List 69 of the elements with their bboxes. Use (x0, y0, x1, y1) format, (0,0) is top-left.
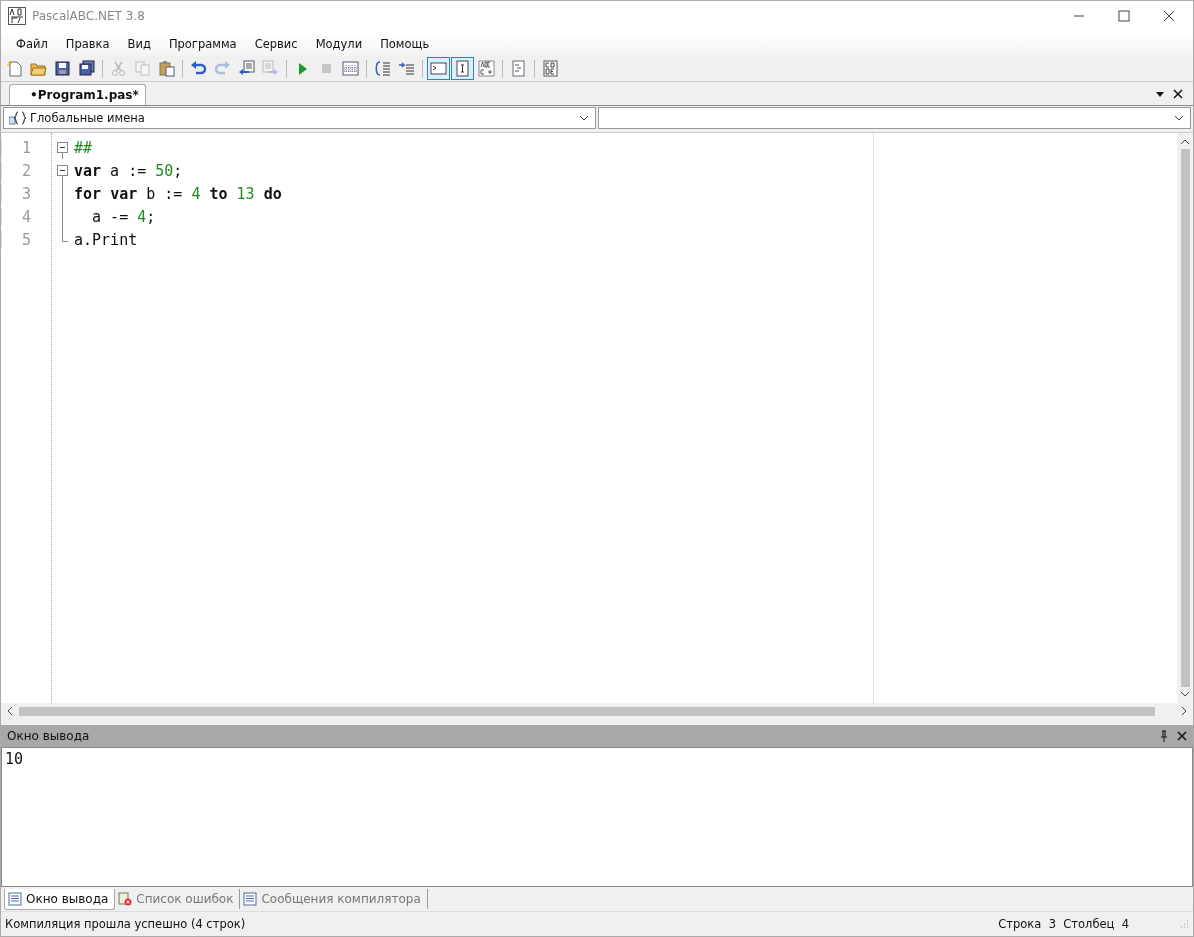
resize-grip-icon[interactable] (1179, 919, 1189, 929)
save-all-icon (78, 60, 95, 77)
new-file-icon (6, 60, 23, 77)
panel-title: Окно вывода (7, 729, 91, 743)
maximize-icon[interactable] (1118, 10, 1130, 22)
page-layout-icon (510, 60, 527, 77)
code-line: ## (74, 138, 93, 157)
fold-end-line (62, 228, 68, 242)
chevron-down-icon (579, 115, 589, 121)
line-number: 3 (1, 184, 51, 203)
document-lines-icon (243, 892, 258, 906)
menu-item[interactable]: Правка (56, 34, 119, 53)
cursor-position: Строка 3 Столбец 4 (998, 917, 1129, 931)
abc-letters-icon (478, 60, 495, 77)
code-page-icon (542, 60, 559, 77)
code-line: for var b := 4 to 13 do (74, 184, 282, 203)
line-number: 5 (1, 230, 51, 249)
close-icon[interactable] (1163, 10, 1175, 22)
menu-item[interactable]: Программа (159, 34, 246, 53)
scope-dropdown[interactable]: Глобальные имена (3, 107, 596, 129)
forward-arrow-icon (262, 60, 279, 77)
horizontal-scrollbar[interactable] (1, 703, 1193, 719)
file-tab[interactable]: •Program1.pas* (9, 84, 146, 105)
close-icon[interactable] (1173, 88, 1183, 99)
comment-block-icon (374, 60, 391, 77)
document-lines-icon (8, 891, 22, 906)
line-number: 1 (1, 138, 51, 157)
panel-tab[interactable]: Список ошибок (115, 889, 241, 909)
close-icon[interactable] (1177, 731, 1187, 741)
code-line: a -= 4; (91, 207, 156, 226)
redo-icon (214, 60, 231, 77)
panel-tab[interactable]: Сообщения компилятора (240, 889, 428, 909)
braces-icon (9, 111, 27, 125)
window-title: PascalABC.NET 3.8 (32, 9, 145, 23)
menu-item[interactable]: Модули (306, 34, 372, 53)
member-dropdown[interactable] (598, 107, 1191, 129)
indent-lines-icon (398, 60, 415, 77)
toolbar-button[interactable] (475, 57, 498, 80)
text-cursor-icon (454, 60, 471, 77)
line-number: 2 (1, 161, 51, 180)
save-icon (54, 60, 71, 77)
panel-tab[interactable]: Окно вывода (4, 888, 116, 910)
menu-item[interactable]: Сервис (245, 34, 307, 53)
console-window-icon (430, 60, 447, 77)
scroll-up-icon[interactable] (1180, 139, 1190, 145)
toolbar-button[interactable] (451, 57, 474, 80)
undo-icon (190, 60, 207, 77)
grid-icon (342, 60, 359, 77)
app-logo-icon (8, 7, 26, 25)
copy-icon (134, 60, 151, 77)
vertical-scrollbar[interactable] (1177, 133, 1193, 703)
code-line: a.Print (74, 230, 138, 249)
back-arrow-icon (238, 60, 255, 77)
paste-icon (158, 60, 175, 77)
line-number: 4 (1, 207, 51, 226)
error-list-icon (118, 892, 133, 906)
code-line: var a := 50; (74, 161, 183, 180)
menu-item[interactable]: Файл (7, 34, 57, 53)
menu-item[interactable]: Помощь (371, 34, 439, 53)
output-text: 10 (5, 750, 24, 768)
folder-icon (30, 60, 47, 77)
menu-item[interactable]: Вид (118, 34, 160, 53)
scissors-icon (110, 60, 127, 77)
chevron-down-icon (1174, 115, 1184, 121)
scroll-left-icon[interactable] (7, 706, 13, 716)
scroll-right-icon[interactable] (1181, 706, 1187, 716)
status-message: Компиляция прошла успешно (4 строк) (5, 917, 246, 931)
pin-icon[interactable] (1159, 730, 1169, 742)
scroll-down-icon[interactable] (1180, 691, 1190, 697)
